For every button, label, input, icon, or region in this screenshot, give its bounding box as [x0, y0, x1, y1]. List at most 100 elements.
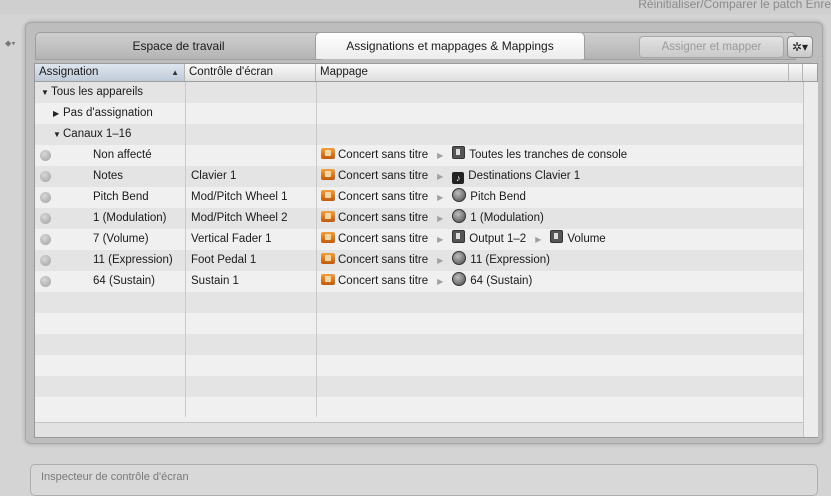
row-name: Tous les appareils — [51, 86, 144, 98]
status-dot-icon — [40, 192, 51, 203]
row-name: 7 (Volume) — [93, 233, 149, 245]
main-window: Espace de travail Assignations et mappag… — [25, 22, 823, 444]
table-row[interactable]: ▼ Tous les appareils — [35, 82, 803, 103]
table-row[interactable]: ▶ Pas d'assignation — [35, 103, 803, 124]
status-dot-icon — [40, 171, 51, 182]
row-control: Foot Pedal 1 — [191, 254, 257, 266]
concert-folder-icon — [321, 169, 335, 180]
status-dot-icon — [40, 234, 51, 245]
row-name: 64 (Sustain) — [93, 275, 156, 287]
map-source: Concert sans titre — [338, 170, 429, 182]
empty-row — [35, 376, 803, 397]
map-source: Concert sans titre — [338, 233, 429, 245]
table-row[interactable]: Non affecté Concert sans titre ▶ Toutes le… — [35, 145, 803, 166]
header-label: Contrôle d'écran — [189, 66, 274, 78]
vertical-scrollbar[interactable] — [803, 82, 818, 437]
map-source: Concert sans titre — [338, 191, 429, 203]
chevron-right-icon: ▶ — [437, 172, 444, 181]
map-source: Concert sans titre — [338, 254, 429, 266]
table-row[interactable]: 7 (Volume) Vertical Fader 1 Concert sans… — [35, 229, 803, 250]
empty-row — [35, 397, 803, 418]
map-target: 1 (Modulation) — [470, 212, 544, 224]
disclosure-expanded-icon[interactable]: ▼ — [41, 82, 51, 103]
inspector-panel: Inspecteur de contrôle d'écran — [30, 464, 818, 496]
column-divider — [185, 82, 186, 417]
column-divider — [316, 82, 317, 417]
concert-folder-icon — [321, 232, 335, 243]
row-name: Pitch Bend — [93, 191, 149, 203]
map-source: Concert sans titre — [338, 212, 429, 224]
knob-icon — [452, 188, 467, 202]
status-dot-icon — [40, 255, 51, 266]
disclosure-expanded-icon[interactable]: ▼ — [53, 124, 63, 145]
channel-strip-icon — [452, 230, 466, 243]
row-name: Pas d'assignation — [63, 107, 153, 119]
inspector-title: Inspecteur de contrôle d'écran — [41, 471, 189, 483]
header-controle-ecran[interactable]: Contrôle d'écran — [185, 64, 316, 81]
map-source: Concert sans titre — [338, 275, 429, 287]
channel-strip-icon — [452, 146, 466, 159]
header-extra — [789, 64, 803, 81]
header-label: Assignation — [39, 66, 99, 78]
chevron-right-icon: ▶ — [437, 193, 444, 202]
gear-icon[interactable]: ✲▾ — [787, 36, 813, 58]
assign-and-map-button[interactable]: Assigner et mapper — [639, 36, 784, 58]
disclosure-arrow-icon[interactable]: ⬥▾ — [5, 38, 16, 49]
status-dot-icon — [40, 150, 51, 161]
map-target: 64 (Sustain) — [470, 275, 533, 287]
tab-assignations-mappages[interactable]: Assignations et mappages & Mappings — [315, 32, 585, 59]
top-strip-text: Réinitialiser/Comparer le patch Enre — [638, 0, 831, 11]
tab-espace-de-travail[interactable]: Espace de travail — [35, 32, 322, 60]
row-name: Non affecté — [93, 149, 152, 161]
row-control: Clavier 1 — [191, 170, 237, 182]
sort-ascending-icon: ▲ — [171, 68, 179, 77]
chevron-right-icon: ▶ — [437, 277, 444, 286]
map-target: Pitch Bend — [470, 191, 526, 203]
table-row[interactable]: Pitch Bend Mod/Pitch Wheel 1 Concert san… — [35, 187, 803, 208]
map-target: 11 (Expression) — [470, 254, 550, 266]
row-control: Mod/Pitch Wheel 1 — [191, 191, 288, 203]
table-header: Assignation ▲ Contrôle d'écran Mappage — [35, 64, 817, 82]
concert-folder-icon — [321, 274, 335, 285]
map-target: Destinations Clavier 1 — [468, 170, 581, 182]
empty-row — [35, 334, 803, 355]
table-row[interactable]: 1 (Modulation) Mod/Pitch Wheel 2 Concert… — [35, 208, 803, 229]
table-row[interactable]: 64 (Sustain) Sustain 1 Concert sans titr… — [35, 271, 803, 292]
empty-row — [35, 313, 803, 334]
concert-folder-icon — [321, 190, 335, 201]
tab-label: Assignations et mappages & Mappings — [346, 39, 554, 53]
status-dot-icon — [40, 213, 51, 224]
empty-row — [35, 292, 803, 313]
disclosure-collapsed-icon[interactable]: ▶ — [53, 103, 63, 124]
map-source: Concert sans titre — [338, 149, 429, 161]
table-row[interactable]: ▼ Canaux 1–16 — [35, 124, 803, 145]
row-control: Mod/Pitch Wheel 2 — [191, 212, 288, 224]
row-name: Notes — [93, 170, 124, 182]
table-body: ▼ Tous les appareils ▶ Pas d'assignation ▼… — [35, 82, 818, 437]
row-name: 1 (Modulation) — [93, 212, 167, 224]
chevron-right-icon: ▶ — [437, 256, 444, 265]
row-name: 11 (Expression) — [93, 254, 173, 266]
concert-folder-icon — [321, 211, 335, 222]
tab-label: Espace de travail — [132, 39, 225, 53]
channel-strip-icon — [550, 230, 564, 243]
chevron-right-icon: ▶ — [437, 151, 444, 160]
header-assignation[interactable]: Assignation ▲ — [35, 64, 185, 81]
knob-icon — [452, 251, 467, 265]
row-name: Canaux 1–16 — [63, 128, 132, 140]
header-label: Mappage — [320, 66, 368, 78]
music-note-icon: ♪ — [452, 172, 465, 184]
header-mappage[interactable]: Mappage — [316, 64, 789, 81]
table-row[interactable]: Notes Clavier 1 Concert sans titre ▶ ♪ Dest… — [35, 166, 803, 187]
table-row[interactable]: 11 (Expression) Foot Pedal 1 Concert san… — [35, 250, 803, 271]
chevron-right-icon: ▶ — [535, 235, 542, 244]
row-control: Sustain 1 — [191, 275, 239, 287]
status-dot-icon — [40, 276, 51, 287]
top-strip: Réinitialiser/Comparer le patch Enre — [0, 0, 831, 14]
chevron-right-icon: ▶ — [437, 214, 444, 223]
knob-icon — [452, 272, 467, 286]
map-extra: Volume — [567, 233, 606, 245]
map-target: Output 1–2 — [469, 233, 527, 245]
horizontal-scrollbar[interactable] — [35, 422, 803, 437]
map-target: Toutes les tranches de console — [469, 149, 628, 161]
